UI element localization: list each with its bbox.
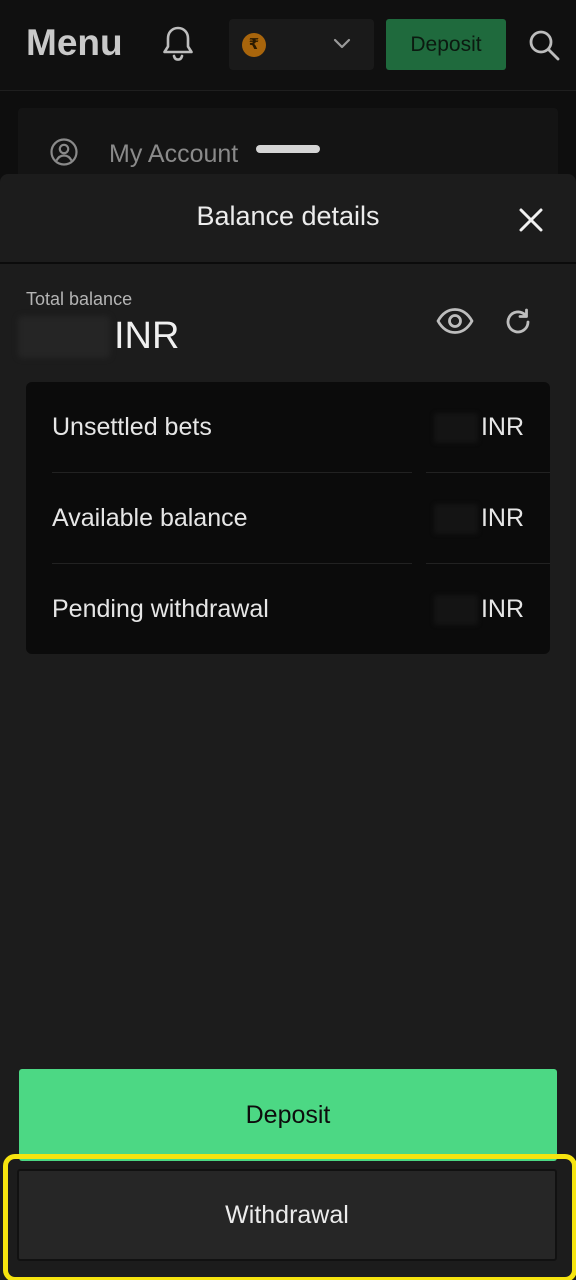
unsettled-bets-currency: INR [480,413,524,441]
app-screen: Menu ₹ Deposit My Account Balance detail… [0,0,576,1280]
total-balance-label: Total balance [26,289,133,309]
page-title: Menu [26,22,123,63]
deposit-button[interactable]: Deposit [19,1069,557,1161]
withdrawal-button[interactable]: Withdrawal [17,1169,557,1261]
balance-row: Pending withdrawal INR [26,564,550,654]
sheet-drag-handle[interactable] [256,145,320,153]
chevron-down-icon [333,37,351,51]
available-balance-currency: INR [480,504,524,532]
pending-withdrawal-currency: INR [480,595,524,623]
bell-icon[interactable] [160,24,196,64]
unsettled-bets-label: Unsettled bets [52,413,212,441]
balance-details-sheet: Balance details Total balance INR Unsett… [0,174,576,1280]
balance-row: Unsettled bets INR [26,382,550,472]
header-deposit-button[interactable]: Deposit [386,19,506,70]
pending-withdrawal-label: Pending withdrawal [52,595,269,623]
menu-item-my-account[interactable]: My Account [109,140,238,169]
eye-icon[interactable] [435,306,475,336]
refresh-icon[interactable] [503,307,533,337]
rupee-coin-icon: ₹ [242,33,266,57]
top-bar: Menu ₹ Deposit [0,0,576,91]
total-balance-currency: INR [114,315,180,357]
sheet-title: Balance details [196,201,380,231]
close-icon[interactable] [517,206,545,234]
sheet-header: Balance details [0,174,576,264]
total-balance-amount-hidden [18,316,110,358]
user-circle-icon [50,138,78,166]
unsettled-bets-amount-hidden [434,413,478,443]
balance-breakdown-card: Unsettled bets INR Available balance INR… [26,382,550,654]
pending-withdrawal-amount-hidden [434,595,478,625]
currency-selector[interactable]: ₹ [229,19,374,70]
search-icon[interactable] [527,28,561,62]
available-balance-amount-hidden [434,504,478,534]
available-balance-label: Available balance [52,504,248,532]
balance-row: Available balance INR [26,473,550,563]
